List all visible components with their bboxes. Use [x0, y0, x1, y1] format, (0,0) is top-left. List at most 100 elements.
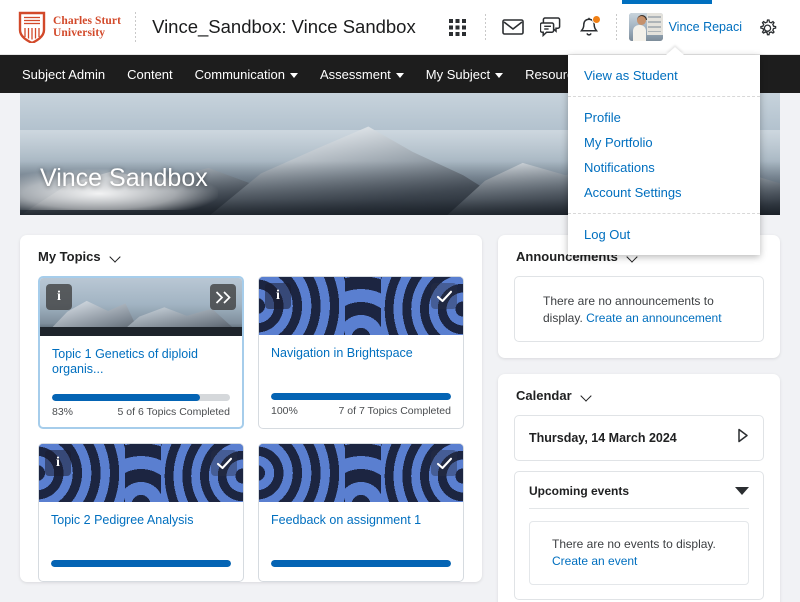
upcoming-events-section: Upcoming events There are no events to d…: [514, 471, 764, 600]
chevron-down-icon: [289, 72, 298, 78]
shield-logo-icon: [18, 11, 46, 45]
main-content: My Topics i Topic 1 Genetics of diploid …: [0, 215, 800, 602]
info-icon[interactable]: i: [46, 284, 72, 310]
nav-item-subject-admin[interactable]: Subject Admin: [18, 55, 116, 93]
header-divider-3: [615, 14, 617, 40]
topic-card-title[interactable]: Navigation in Brightspace: [271, 346, 451, 361]
menu-group-account: Profile My Portfolio Notifications Accou…: [568, 96, 760, 213]
check-icon[interactable]: [431, 283, 457, 309]
events-empty-state: There are no events to display. Create a…: [529, 521, 749, 585]
progress-completed: 7 of 7 Topics Completed: [338, 405, 451, 417]
progress-bar: [271, 560, 451, 567]
calendar-title: Calendar: [516, 388, 572, 403]
topic-card[interactable]: i Topic 1 Genetics of diploid organis...…: [38, 276, 244, 429]
dropdown-pointer: [666, 47, 684, 55]
calendar-panel: Calendar Thursday, 14 March 2024 Upcomin…: [498, 374, 780, 602]
header-actions: Vince Repaci: [439, 8, 786, 46]
nav-label: My Subject: [425, 66, 491, 82]
chevron-down-icon[interactable]: [111, 253, 122, 260]
nav-label: Content: [127, 66, 173, 82]
topic-card-title[interactable]: Feedback on assignment 1: [271, 513, 451, 528]
logo-line-2: University: [53, 27, 106, 39]
topic-card-thumbnail: i: [39, 444, 243, 502]
my-topics-panel: My Topics i Topic 1 Genetics of diploid …: [20, 235, 482, 582]
topic-card[interactable]: i Navigation in Brightspace 100% 7 of 7 …: [258, 276, 464, 429]
check-icon[interactable]: [431, 450, 457, 476]
topic-card-title[interactable]: Topic 2 Pedigree Analysis: [51, 513, 231, 528]
upcoming-events-title: Upcoming events: [529, 484, 630, 498]
topic-card[interactable]: i Topic 2 Pedigree Analysis: [38, 443, 244, 582]
nav-item-communication[interactable]: Communication: [184, 55, 309, 93]
nav-label: Subject Admin: [22, 66, 106, 82]
topic-card-title[interactable]: Topic 1 Genetics of diploid organis...: [52, 347, 230, 377]
nav-item-assessment[interactable]: Assessment: [309, 55, 415, 93]
double-chevron-icon[interactable]: [210, 284, 236, 310]
right-sidebar: Announcements There are no announcements…: [498, 235, 780, 602]
announcements-empty-state: There are no announcements to display. C…: [514, 276, 764, 342]
chat-bubbles-icon[interactable]: [532, 8, 570, 46]
next-day-arrow-icon[interactable]: [737, 428, 749, 448]
topic-card-progress: 83% 5 of 6 Topics Completed: [40, 394, 242, 427]
notification-badge-dot: [591, 15, 601, 24]
create-announcement-link[interactable]: Create an announcement: [586, 311, 721, 325]
institution-name: Charles Sturt University: [53, 15, 121, 40]
chevron-down-icon: [395, 72, 404, 78]
nav-item-content[interactable]: Content: [116, 55, 184, 93]
page-title: Vince_Sandbox: Vince Sandbox: [152, 16, 416, 37]
banner-title: Vince Sandbox: [40, 164, 208, 192]
topic-card-thumbnail: i: [259, 277, 463, 335]
topic-card-body: Topic 1 Genetics of diploid organis...: [40, 336, 242, 394]
progress-bar: [51, 560, 231, 567]
username-menu-button[interactable]: Vince Repaci: [669, 20, 742, 34]
topic-card-thumbnail: [259, 444, 463, 502]
progress-bar: [271, 393, 451, 400]
info-icon[interactable]: i: [265, 283, 291, 309]
menu-item-view-as-student[interactable]: View as Student: [568, 63, 760, 88]
menu-item-log-out[interactable]: Log Out: [568, 222, 760, 247]
chevron-down-icon[interactable]: [582, 392, 593, 399]
topic-card[interactable]: Feedback on assignment 1: [258, 443, 464, 582]
nav-label: Communication: [194, 66, 285, 82]
calendar-current-date: Thursday, 14 March 2024: [529, 431, 677, 445]
topic-card-body: Feedback on assignment 1: [259, 502, 463, 560]
progress-completed: 5 of 6 Topics Completed: [117, 406, 230, 418]
progress-percent: 83%: [52, 406, 74, 418]
topic-card-progress: [259, 560, 463, 581]
upcoming-events-header[interactable]: Upcoming events: [529, 484, 749, 509]
topic-card-thumbnail: i: [40, 278, 242, 336]
info-icon[interactable]: i: [45, 450, 71, 476]
institution-logo[interactable]: Charles Sturt University: [18, 11, 121, 45]
menu-item-my-portfolio[interactable]: My Portfolio: [568, 130, 760, 155]
grid-apps-icon[interactable]: [439, 8, 477, 46]
progress-percent: 100%: [271, 405, 298, 417]
chevron-down-icon: [495, 72, 504, 78]
gear-settings-icon[interactable]: [748, 8, 786, 46]
calendar-date-selector[interactable]: Thursday, 14 March 2024: [514, 415, 764, 461]
my-topics-title: My Topics: [38, 249, 101, 264]
menu-group-view: View as Student: [568, 55, 760, 96]
topic-card-body: Navigation in Brightspace: [259, 335, 463, 393]
menu-item-account-settings[interactable]: Account Settings: [568, 180, 760, 205]
topic-card-progress: [39, 560, 243, 581]
avatar[interactable]: [628, 13, 663, 41]
progress-bar: [52, 394, 230, 401]
header-divider-2: [484, 14, 486, 40]
menu-item-profile[interactable]: Profile: [568, 105, 760, 130]
topic-card-progress: 100% 7 of 7 Topics Completed: [259, 393, 463, 426]
my-topics-header: My Topics: [20, 235, 482, 276]
header-divider: [135, 12, 137, 42]
user-menu-dropdown: View as Student Profile My Portfolio Not…: [568, 47, 760, 255]
nav-label: Assessment: [319, 66, 391, 82]
envelope-icon[interactable]: [494, 8, 532, 46]
events-empty-text: There are no events to display.: [552, 537, 716, 551]
calendar-header: Calendar: [498, 374, 780, 415]
topic-card-body: Topic 2 Pedigree Analysis: [39, 502, 243, 560]
active-tab-indicator: [622, 0, 712, 4]
check-icon[interactable]: [211, 450, 237, 476]
logo-line-1: Charles Sturt: [53, 14, 122, 27]
create-event-link[interactable]: Create an event: [552, 554, 637, 568]
chevron-down-icon[interactable]: [735, 487, 749, 495]
menu-item-notifications[interactable]: Notifications: [568, 155, 760, 180]
notification-bell-icon[interactable]: [570, 8, 608, 46]
nav-item-my-subject[interactable]: My Subject: [415, 55, 514, 93]
